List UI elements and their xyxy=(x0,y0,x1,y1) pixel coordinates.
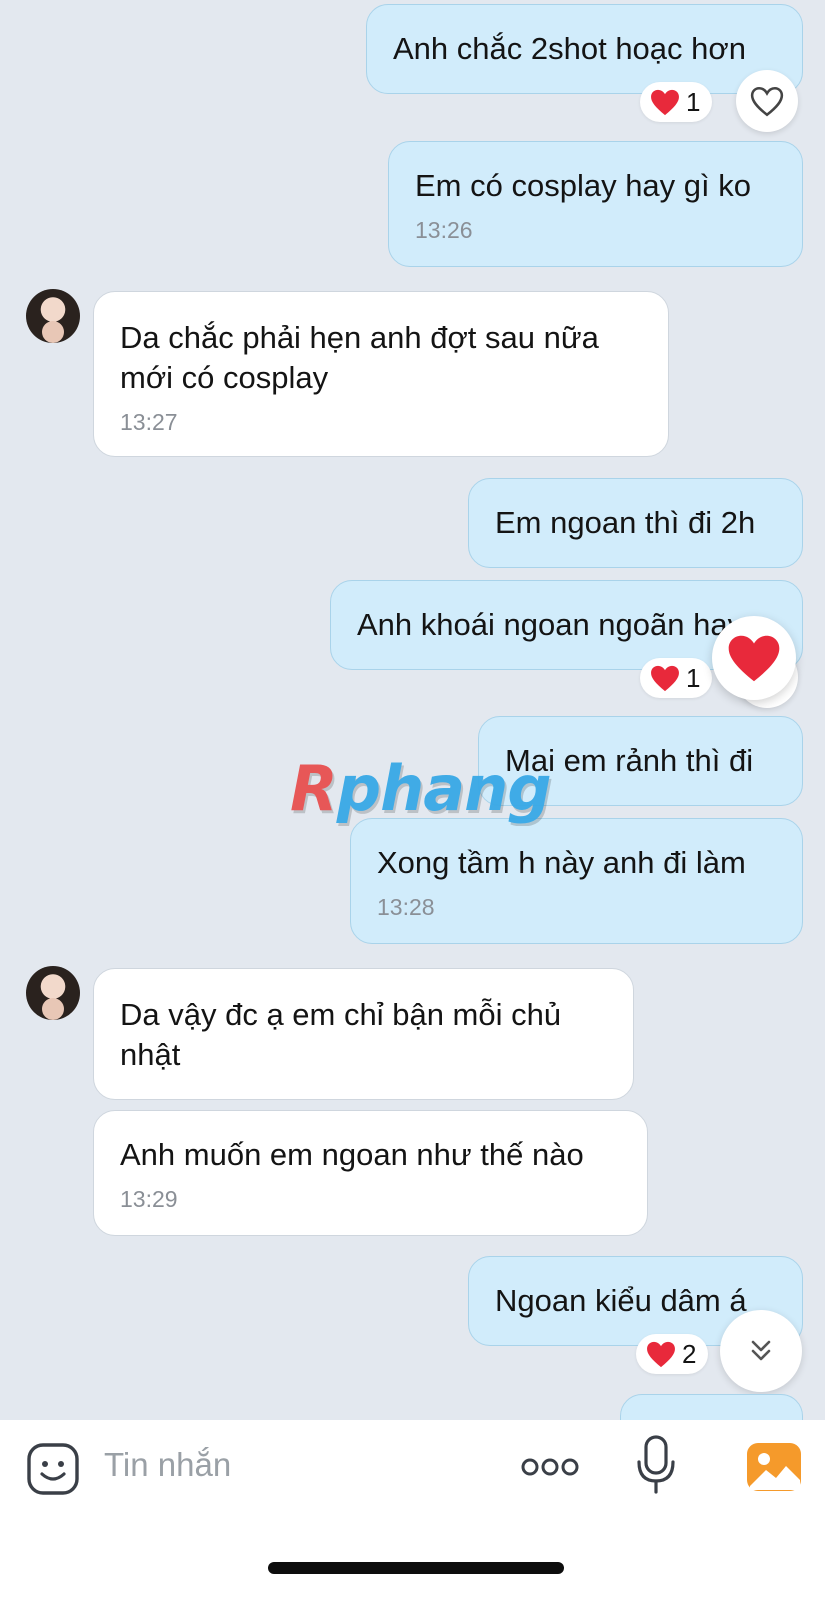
react-button[interactable] xyxy=(736,70,798,132)
message-input[interactable]: Tin nhắn xyxy=(104,1446,231,1484)
contact-avatar[interactable] xyxy=(26,289,80,343)
watermark-logo: Rphang xyxy=(290,752,552,825)
message-bubble-sent[interactable]: Em ngoan thì đi 2h xyxy=(468,478,803,568)
heart-icon xyxy=(651,665,679,691)
reaction-pill[interactable]: 1 xyxy=(640,658,713,698)
home-indicator xyxy=(268,1562,564,1574)
reaction-pill[interactable]: 2 xyxy=(636,1334,709,1374)
message-text: Anh muốn em ngoan như thế nào xyxy=(120,1137,584,1172)
message-bubble-sent[interactable]: Anh chắc 2shot hoạc hơn xyxy=(366,4,803,94)
scroll-to-bottom-button[interactable] xyxy=(720,1310,802,1392)
message-bubble-sent[interactable]: Xong tầm h này anh đi làm 13:28 xyxy=(350,818,803,944)
message-text: Da chắc phải hẹn anh đợt sau nữa mới có … xyxy=(120,320,599,395)
message-bubble-sent[interactable]: Em có cosplay hay gì ko 13:26 xyxy=(388,141,803,267)
watermark-text: phang xyxy=(336,752,552,825)
heart-icon xyxy=(728,635,780,681)
heart-icon xyxy=(647,1341,675,1367)
message-bubble-received[interactable]: Anh muốn em ngoan như thế nào 13:29 xyxy=(93,1110,648,1236)
heart-reaction-popup[interactable] xyxy=(712,616,796,700)
message-text: Da vậy đc ạ em chỉ bận mỗi chủ nhật xyxy=(120,997,562,1072)
message-thread[interactable]: Anh chắc 2shot hoạc hơn 1 Em có cosplay … xyxy=(0,0,825,1420)
message-input-bar: Tin nhắn xyxy=(0,1420,825,1600)
message-time: 13:26 xyxy=(415,217,473,243)
microphone-icon[interactable] xyxy=(634,1434,678,1496)
reaction-pill[interactable]: 1 xyxy=(640,82,713,122)
message-time: 13:28 xyxy=(377,894,435,920)
reaction-count: 2 xyxy=(682,1338,697,1369)
message-text: Em có cosplay hay gì ko xyxy=(415,168,751,203)
more-dots-icon[interactable] xyxy=(520,1452,580,1482)
message-time: 13:29 xyxy=(120,1186,178,1212)
message-bubble-received[interactable]: Da vậy đc ạ em chỉ bận mỗi chủ nhật xyxy=(93,968,634,1100)
sticker-icon[interactable] xyxy=(26,1442,80,1496)
message-bubble-received[interactable]: Da chắc phải hẹn anh đợt sau nữa mới có … xyxy=(93,291,669,457)
watermark-initial: R xyxy=(290,752,338,825)
heart-icon xyxy=(651,89,679,115)
message-bubble-sent[interactable] xyxy=(620,1394,803,1420)
message-text: Xong tầm h này anh đi làm xyxy=(377,845,746,880)
heart-outline-icon xyxy=(750,86,784,116)
chat-screen: Anh chắc 2shot hoạc hơn 1 Em có cosplay … xyxy=(0,0,825,1600)
chevron-double-down-icon xyxy=(751,1340,771,1361)
contact-avatar[interactable] xyxy=(26,966,80,1020)
message-text: Anh chắc 2shot hoạc hơn xyxy=(393,31,746,66)
reaction-count: 1 xyxy=(686,662,701,693)
message-time: 13:27 xyxy=(120,409,178,435)
reaction-count: 1 xyxy=(686,86,701,117)
image-icon[interactable] xyxy=(746,1442,802,1492)
message-text: Ngoan kiểu dâm á xyxy=(495,1283,747,1318)
message-text: Anh khoái ngoan ngoãn hay xyxy=(357,607,744,642)
message-text: Em ngoan thì đi 2h xyxy=(495,505,756,540)
